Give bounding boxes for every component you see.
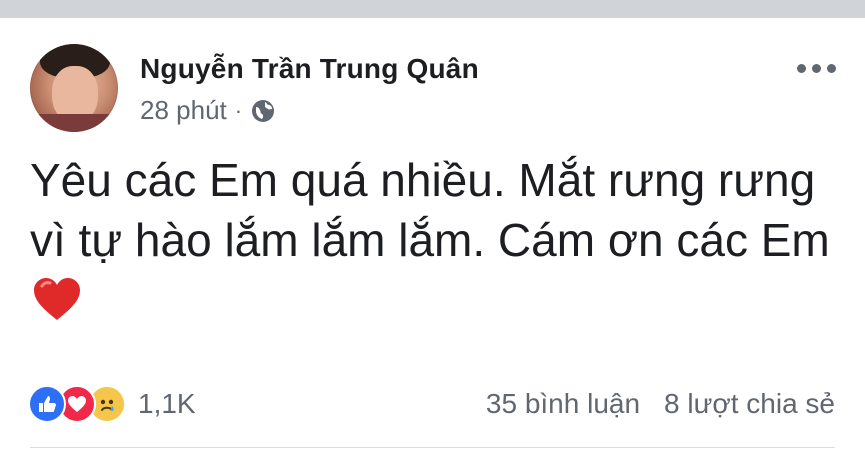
engagement-stats: 35 bình luận 8 lượt chia sẻ: [486, 388, 835, 420]
author-name[interactable]: Nguyễn Trần Trung Quân: [140, 53, 479, 85]
comments-count[interactable]: 35 bình luận: [486, 388, 640, 420]
reaction-count[interactable]: 1,1K: [138, 388, 196, 420]
post-time[interactable]: 28 phút: [140, 95, 227, 126]
divider: [30, 447, 835, 448]
like-icon: [28, 385, 66, 423]
more-dot: [827, 64, 836, 73]
more-options-icon[interactable]: [797, 64, 836, 73]
more-dot: [812, 64, 821, 73]
avatar-shirt: [30, 114, 118, 132]
avatar[interactable]: [30, 44, 118, 132]
heart-emoji-icon: [34, 278, 80, 320]
post-body: Yêu các Em quá nhiều. Mắt rưng rưng vì t…: [30, 154, 830, 266]
post-text: Yêu các Em quá nhiều. Mắt rưng rưng vì t…: [30, 150, 830, 330]
shares-count[interactable]: 8 lượt chia sẻ: [664, 388, 835, 420]
meta-separator: ·: [234, 97, 243, 123]
status-bar: [0, 0, 865, 18]
globe-icon[interactable]: [250, 98, 276, 124]
more-dot: [797, 64, 806, 73]
post-meta: 28 phút ·: [140, 95, 276, 126]
reaction-summary[interactable]: 1,1K: [28, 385, 196, 423]
